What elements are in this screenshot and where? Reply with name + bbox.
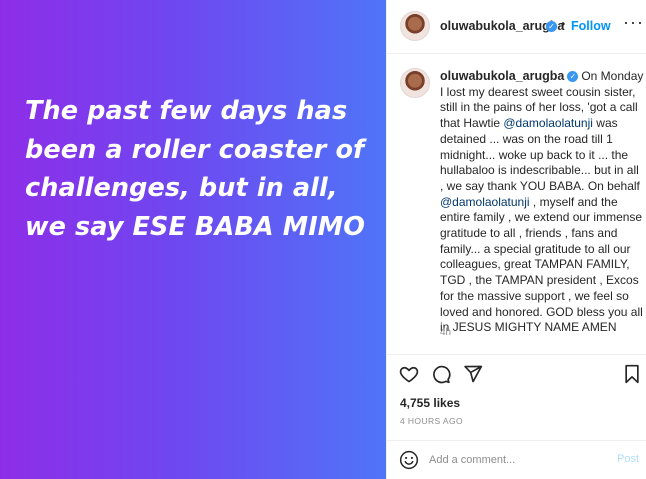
- post-side-panel: oluwabukola_arugba ✓ • Follow ··· oluwab…: [386, 0, 646, 479]
- verified-badge-icon: ✓: [567, 71, 579, 83]
- post-comment-button[interactable]: Post: [617, 453, 639, 465]
- action-bar: [387, 354, 646, 394]
- heart-icon[interactable]: [399, 364, 419, 384]
- more-options-icon[interactable]: ···: [623, 12, 644, 33]
- mention-link[interactable]: @damolaolatunji: [440, 195, 530, 209]
- comment-icon[interactable]: [431, 364, 451, 384]
- share-icon[interactable]: [463, 364, 483, 384]
- post-timestamp[interactable]: 4 HOURS AGO: [400, 416, 463, 426]
- post-quote-text: The past few days has been a roller coas…: [25, 96, 366, 242]
- caption-timestamp[interactable]: 4h: [440, 327, 451, 338]
- post-header: oluwabukola_arugba ✓ • Follow ···: [387, 0, 646, 54]
- verified-badge-icon: ✓: [546, 21, 557, 32]
- caption-avatar[interactable]: [400, 68, 430, 98]
- comment-input[interactable]: [429, 450, 599, 470]
- post-image[interactable]: The past few days has been a roller coas…: [0, 0, 386, 479]
- avatar[interactable]: [400, 11, 430, 41]
- caption-username[interactable]: oluwabukola_arugba: [440, 69, 564, 83]
- comment-bar: Post: [387, 440, 646, 479]
- caption-text: oluwabukola_arugba ✓ On Monday I lost my d…: [440, 69, 645, 336]
- separator-dot: •: [561, 17, 566, 31]
- follow-button[interactable]: Follow: [571, 19, 611, 33]
- likes-count[interactable]: 4,755 likes: [400, 396, 460, 410]
- bookmark-icon[interactable]: [623, 364, 641, 384]
- mention-link[interactable]: @damolaolatunji: [503, 116, 593, 130]
- caption-body-part-3: , myself and the entire family , we exte…: [440, 194, 643, 335]
- smiley-icon[interactable]: [399, 450, 419, 470]
